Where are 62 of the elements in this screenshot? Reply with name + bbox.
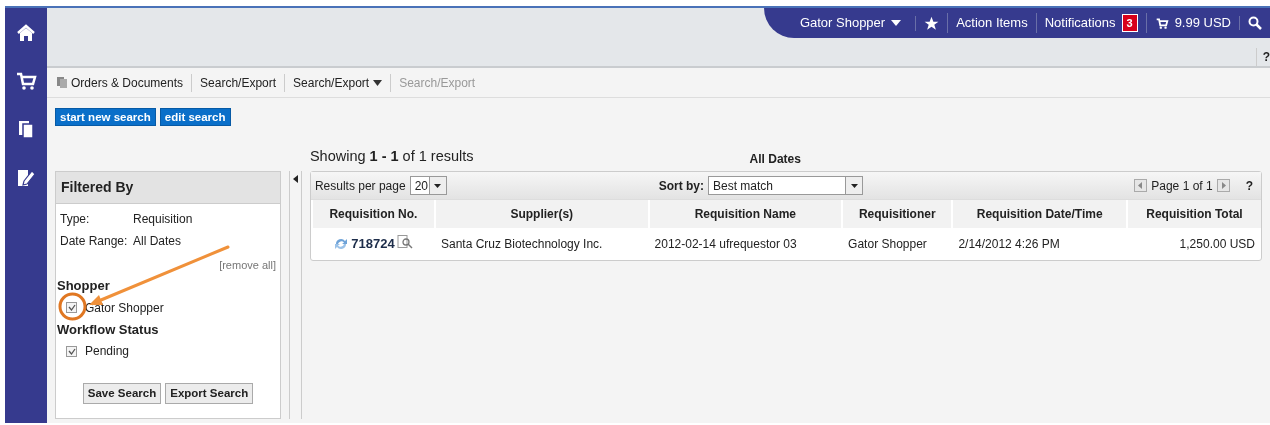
home-icon[interactable] <box>15 22 37 44</box>
help-link[interactable]: ? <box>1245 176 1253 195</box>
breadcrumb-link[interactable]: Orders & Documents <box>71 73 184 92</box>
panel-title: Filtered By <box>56 172 280 204</box>
sort-label: Sort by: <box>658 177 704 195</box>
filter-label: Date Range: <box>60 233 129 250</box>
sort-select[interactable]: Best match <box>708 176 863 195</box>
cart-icon[interactable] <box>1154 16 1169 30</box>
filter-value: All Dates <box>133 233 182 250</box>
search-action-button[interactable]: Save Search <box>82 383 162 405</box>
remove-all-link[interactable]: [remove all] <box>219 259 276 271</box>
checkbox-label: Gator Shopper <box>85 299 164 317</box>
filter-label: Type: <box>60 211 91 228</box>
collapse-icon[interactable] <box>293 175 298 183</box>
table-cell: 2012-02-14 ufrequestor 03 <box>648 228 843 260</box>
results-count: Showing 1 - 1 of 1 results <box>309 146 474 166</box>
caret-icon <box>891 20 902 26</box>
table-cell: Santa Cruz Biotechnology Inc. <box>435 228 649 260</box>
column-header[interactable]: Requisition Total <box>1127 200 1261 228</box>
caret-icon[interactable] <box>373 79 383 86</box>
user-menu[interactable]: Gator Shopper <box>791 13 916 33</box>
checkbox-label: Pending <box>85 343 130 360</box>
checkbox[interactable] <box>66 345 77 357</box>
notification-count: 3 <box>1121 14 1138 32</box>
column-header[interactable]: Supplier(s) <box>435 200 649 228</box>
group-title: Shopper <box>57 277 111 295</box>
notifications-link[interactable]: Notifications <box>1044 13 1116 33</box>
checkbox[interactable] <box>66 302 77 313</box>
column-header[interactable]: Requisition No. <box>311 200 435 228</box>
star-icon[interactable] <box>924 15 940 31</box>
caret-icon[interactable] <box>850 183 858 188</box>
help-link[interactable]: ? <box>1255 48 1270 66</box>
caret-icon[interactable] <box>434 183 442 188</box>
column-header[interactable]: Requisitioner <box>842 200 953 228</box>
cart-total[interactable]: 9.99 USD <box>1174 13 1231 33</box>
column-header[interactable]: Requisition Date/Time <box>952 200 1127 228</box>
date-filter: All Dates <box>749 150 801 168</box>
search-action-button[interactable]: Export Search <box>165 383 254 405</box>
breadcrumb-link[interactable]: Search/Export <box>200 73 286 92</box>
page-indicator: Page 1 of 1 <box>1151 177 1213 195</box>
table-cell: 2/14/2012 4:26 PM <box>952 228 1127 260</box>
table-cell: Gator Shopper <box>842 228 953 260</box>
next-page-icon[interactable] <box>1216 179 1230 192</box>
circle-annotation <box>58 291 87 321</box>
requisition-link[interactable]: 718724 <box>351 236 395 251</box>
action-items-link[interactable]: Action Items <box>947 13 1036 33</box>
refresh-icon <box>334 238 349 250</box>
breadcrumb-current: Search/Export <box>399 74 477 92</box>
previous-page-icon[interactable] <box>1134 179 1148 192</box>
documents-icon <box>57 77 67 88</box>
search-icon[interactable] <box>1248 16 1262 30</box>
table-cell: 1,250.00 USD <box>1127 228 1261 260</box>
group-title: Workflow Status <box>57 320 160 339</box>
filter-value: Requisition <box>133 211 193 228</box>
search-button[interactable]: edit search <box>159 108 231 126</box>
breadcrumb-link[interactable]: Search/Export <box>293 73 370 92</box>
view-document-icon[interactable] <box>396 235 413 249</box>
search-button[interactable]: start new search <box>55 108 156 126</box>
column-header[interactable]: Requisition Name <box>648 200 843 228</box>
per-page-select[interactable]: 20 <box>409 176 447 195</box>
per-page-label: Results per page <box>314 177 406 195</box>
cart-icon[interactable] <box>15 70 37 92</box>
